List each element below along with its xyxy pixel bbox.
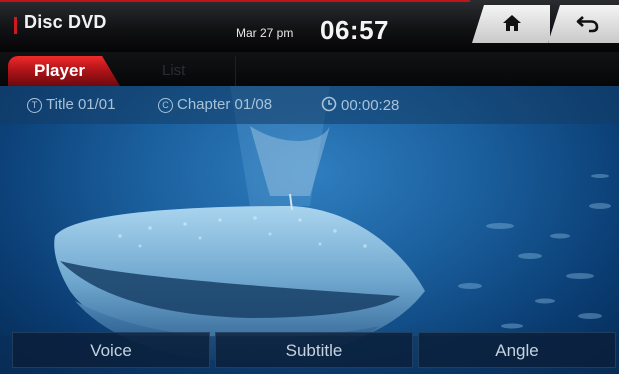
voice-button[interactable]: Voice bbox=[12, 332, 210, 368]
tab-player[interactable]: Player bbox=[8, 56, 120, 86]
back-button[interactable] bbox=[548, 5, 619, 43]
chapter-counter: Chapter 01/08 bbox=[177, 96, 273, 113]
dvd-player-screen: Disc DVD Mar 27 pm 06:57 Player List T Ti… bbox=[0, 0, 619, 374]
elapsed-info: 00:00:28 bbox=[321, 96, 399, 114]
date-display: Mar 27 pm bbox=[236, 26, 294, 40]
app-title: Disc DVD bbox=[24, 12, 107, 32]
clock-time: 06:57 bbox=[320, 15, 389, 45]
tab-player-label: Player bbox=[34, 61, 86, 80]
tab-list[interactable]: List bbox=[120, 56, 236, 86]
tab-list-label: List bbox=[162, 62, 186, 79]
title-info: T Title 01/01 bbox=[27, 96, 116, 113]
chapter-info: C Chapter 01/08 bbox=[158, 96, 272, 113]
home-icon bbox=[503, 15, 521, 31]
subtitle-button[interactable]: Subtitle bbox=[215, 332, 413, 368]
title-icon: T bbox=[27, 98, 42, 113]
menu-indicator-icon[interactable] bbox=[14, 17, 17, 34]
video-scene bbox=[0, 86, 619, 374]
title-counter: Title 01/01 bbox=[46, 96, 116, 113]
elapsed-time: 00:00:28 bbox=[341, 97, 400, 114]
back-arrow-icon bbox=[576, 16, 599, 33]
angle-button[interactable]: Angle bbox=[418, 332, 616, 368]
chapter-icon: C bbox=[158, 98, 173, 113]
video-frame[interactable] bbox=[0, 86, 619, 374]
home-button[interactable] bbox=[472, 5, 550, 43]
clock-icon bbox=[321, 96, 337, 112]
